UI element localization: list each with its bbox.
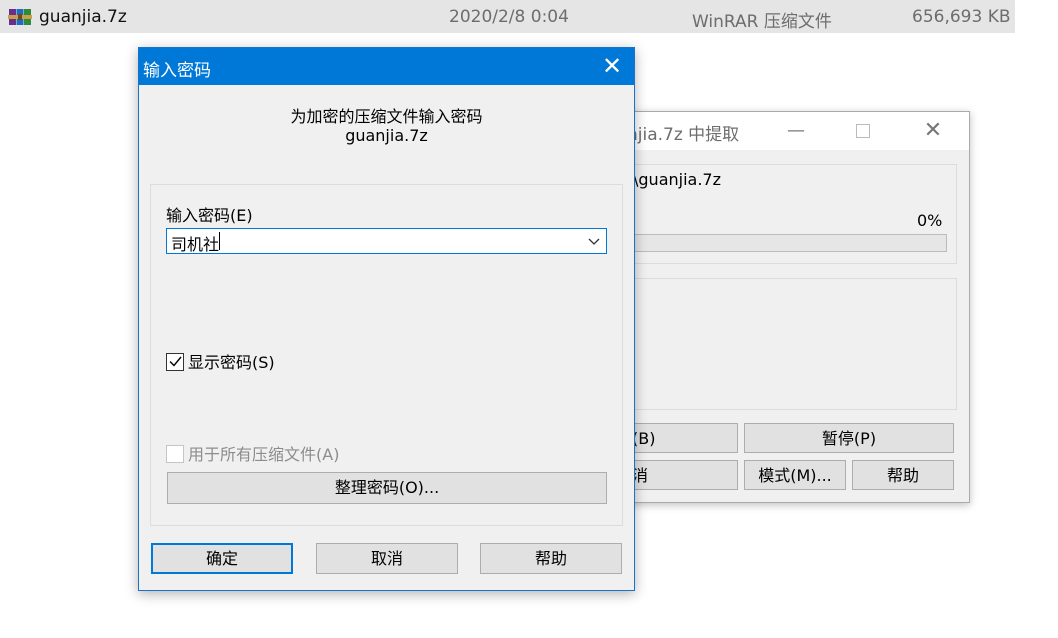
organize-passwords-button[interactable]: 整理密码(O)... bbox=[167, 472, 607, 504]
ok-button[interactable]: 确定 bbox=[151, 543, 293, 574]
winrar-archive-icon bbox=[8, 9, 32, 25]
file-list-row[interactable]: guanjia.7z 2020/2/8 0:04 WinRAR 压缩文件 656… bbox=[0, 0, 1015, 33]
file-date: 2020/2/8 0:04 bbox=[449, 7, 569, 27]
extraction-window-titlebar[interactable]: njia.7z 中提取 — ✕ bbox=[627, 112, 969, 150]
password-input[interactable]: 司机社 bbox=[166, 228, 607, 254]
use-for-all-archives-label: 用于所有压缩文件(A) bbox=[188, 445, 340, 464]
extraction-window-title: njia.7z 中提取 bbox=[627, 125, 740, 145]
password-dialog-heading: 为加密的压缩文件输入密码 bbox=[290, 107, 483, 126]
extraction-help-button[interactable]: 帮助 bbox=[852, 460, 954, 490]
file-size: 656,693 KB bbox=[912, 7, 1011, 27]
minimize-icon[interactable]: — bbox=[782, 118, 810, 144]
password-field-label: 输入密码(E) bbox=[166, 206, 253, 225]
extraction-window: njia.7z 中提取 — ✕ \guanjia.7z 0% (B) 暂停(P)… bbox=[626, 111, 970, 503]
password-dialog-title: 输入密码 bbox=[143, 61, 211, 81]
close-icon[interactable]: ✕ bbox=[919, 118, 947, 144]
show-password-label: 显示密码(S) bbox=[188, 353, 275, 372]
password-dialog: 输入密码 ✕ 为加密的压缩文件输入密码 guanjia.7z 输入密码(E) 司… bbox=[138, 47, 635, 591]
extraction-cancel-button[interactable]: 消 bbox=[627, 460, 738, 490]
help-button[interactable]: 帮助 bbox=[480, 543, 622, 574]
extraction-details-group bbox=[627, 278, 957, 410]
chevron-down-icon[interactable] bbox=[583, 230, 605, 252]
extraction-progress-bar bbox=[627, 234, 947, 252]
password-input-value: 司机社 bbox=[171, 235, 220, 254]
show-password-option[interactable]: 显示密码(S) bbox=[166, 349, 275, 373]
extraction-file-path: \guanjia.7z bbox=[633, 170, 721, 189]
close-icon[interactable]: ✕ bbox=[597, 52, 627, 80]
file-type: WinRAR 压缩文件 bbox=[692, 12, 832, 32]
archive-file-name: guanjia.7z bbox=[345, 126, 428, 145]
background-button[interactable]: (B) bbox=[627, 423, 738, 453]
maximize-icon[interactable] bbox=[849, 118, 877, 144]
password-dialog-titlebar[interactable]: 输入密码 ✕ bbox=[139, 48, 634, 85]
extraction-percent: 0% bbox=[917, 211, 943, 230]
file-name: guanjia.7z bbox=[39, 7, 127, 27]
use-for-all-archives-checkbox bbox=[166, 445, 184, 463]
pause-button[interactable]: 暂停(P) bbox=[744, 423, 954, 453]
use-for-all-archives-option: 用于所有压缩文件(A) bbox=[166, 441, 339, 465]
checkmark-icon bbox=[169, 356, 182, 367]
show-password-checkbox[interactable] bbox=[166, 353, 184, 371]
cancel-button[interactable]: 取消 bbox=[316, 543, 458, 574]
text-caret bbox=[219, 232, 220, 250]
mode-button[interactable]: 模式(M)... bbox=[744, 460, 846, 490]
